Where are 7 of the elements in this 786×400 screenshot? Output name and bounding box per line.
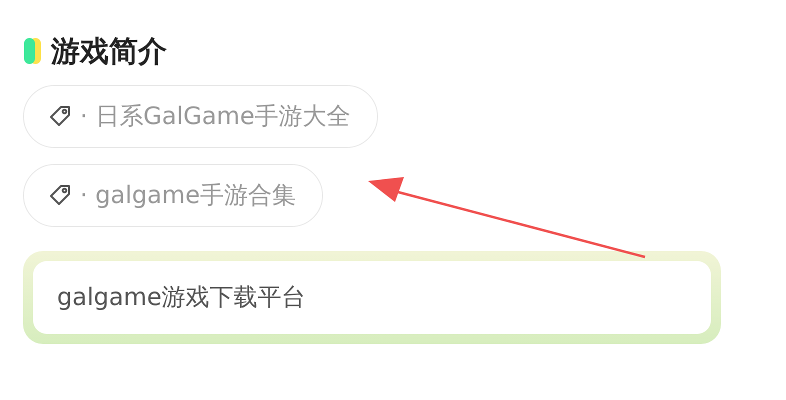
tag-link[interactable]: · galgame手游合集 [23, 164, 323, 227]
tag-link[interactable]: · 日系GalGame手游大全 [23, 84, 378, 148]
section-marker-icon [23, 36, 43, 66]
section-title: 游戏简介 [51, 34, 167, 69]
intro-text: galgame游戏下载平台 [57, 282, 306, 314]
tag-icon [48, 104, 72, 128]
tag-icon [48, 183, 72, 208]
